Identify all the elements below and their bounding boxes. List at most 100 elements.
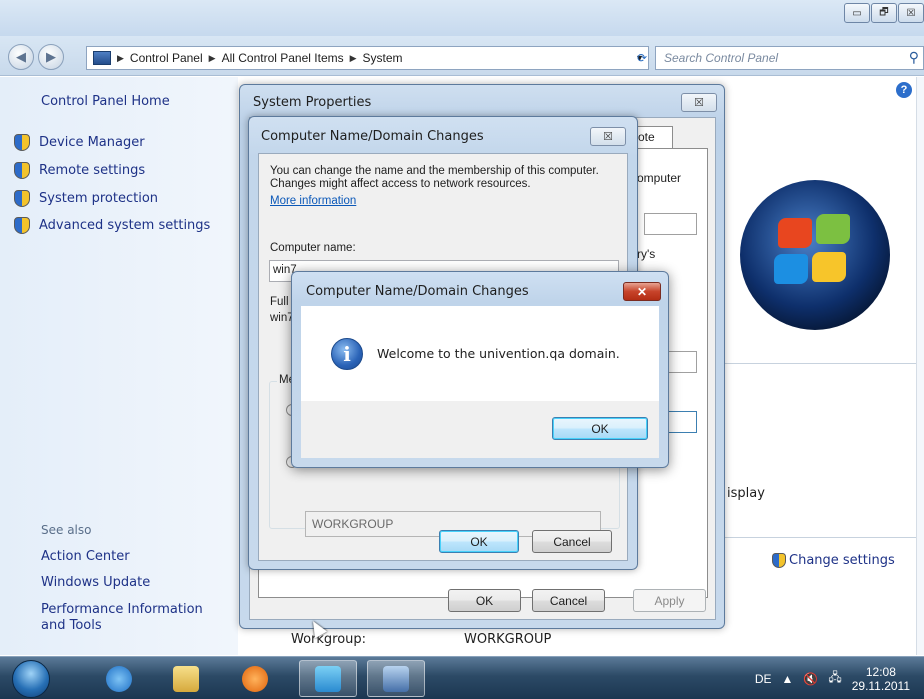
information-icon: i <box>331 338 363 370</box>
clock[interactable]: 12:08 29.11.2011 <box>852 665 910 693</box>
system-properties-taskbar-button[interactable] <box>367 660 425 697</box>
dialog-title: System Properties <box>253 95 372 110</box>
search-placeholder: Search Control Panel <box>664 51 779 65</box>
logo-red-pane <box>778 218 812 248</box>
chevron-right-icon: ▶ <box>117 52 124 63</box>
tab-remote[interactable]: ote <box>635 126 673 148</box>
cancel-button[interactable]: Cancel <box>532 530 612 553</box>
welcome-message-box: Computer Name/Domain Changes ✕ i Welcome… <box>291 271 669 468</box>
internet-explorer-taskbar-button[interactable] <box>90 660 148 697</box>
change-settings-label: Change settings <box>789 553 895 568</box>
apply-button[interactable]: Apply <box>633 589 706 612</box>
see-also-heading: See also <box>41 523 92 537</box>
folder-icon <box>173 665 199 692</box>
windows-logo <box>740 180 890 330</box>
ok-button[interactable]: OK <box>448 589 521 612</box>
taskbar: DE ▲ 🔇 🖧 12:08 29.11.2011 <box>0 656 924 699</box>
close-button[interactable]: ☒ <box>898 3 924 23</box>
cancel-button[interactable]: Cancel <box>532 589 605 612</box>
nav-item-label: System protection <box>39 191 159 206</box>
nav-item-label: Advanced system settings <box>39 218 211 233</box>
dialog-description: You can change the name and the membersh… <box>270 165 599 190</box>
logo-yellow-pane <box>812 252 846 282</box>
help-icon[interactable]: ? <box>896 82 912 98</box>
show-hidden-icons-icon[interactable]: ▲ <box>781 672 793 686</box>
nav-item-label: Device Manager <box>39 135 145 150</box>
dialog-title: Computer Name/Domain Changes <box>306 284 529 299</box>
system-protection-link[interactable]: System protection <box>14 190 158 207</box>
partial-input[interactable] <box>644 213 697 235</box>
partial-text: omputer <box>637 171 682 185</box>
shield-icon <box>772 553 786 568</box>
address-toolbar: ◀ ▶ ▶ Control Panel ▶ All Control Panel … <box>0 36 924 76</box>
search-icon[interactable]: ⚲ <box>909 49 919 66</box>
chevron-right-icon: ▶ <box>208 52 216 63</box>
back-button[interactable]: ◀ <box>8 44 34 70</box>
refresh-icon[interactable]: ⟳ <box>632 46 652 70</box>
computer-icon <box>383 665 409 692</box>
shield-icon <box>14 162 30 179</box>
message-body: i Welcome to the univention.qa domain. <box>301 306 659 401</box>
scrollbar[interactable] <box>916 77 924 655</box>
system-tray: DE ▲ 🔇 🖧 12:08 29.11.2011 <box>755 657 924 699</box>
device-manager-link[interactable]: Device Manager <box>14 134 145 151</box>
forward-arrow-icon: ▶ <box>46 49 56 64</box>
logo-green-pane <box>816 214 850 244</box>
minimize-button[interactable]: ▭ <box>844 3 870 23</box>
windows-update-link[interactable]: Windows Update <box>41 575 231 591</box>
close-button[interactable]: ☒ <box>681 93 717 112</box>
control-panel-icon <box>93 51 111 65</box>
message-footer: OK <box>301 401 659 458</box>
left-navigation-pane: Control Panel Home Device Manager Remote… <box>0 77 238 655</box>
media-player-icon <box>242 665 268 692</box>
breadcrumb-control-panel[interactable]: Control Panel <box>130 51 203 65</box>
start-button[interactable] <box>12 660 50 698</box>
language-indicator[interactable]: DE <box>755 672 772 686</box>
performance-information-link[interactable]: Performance Information and Tools <box>41 602 231 634</box>
media-player-taskbar-button[interactable] <box>226 660 284 697</box>
action-center-link[interactable]: Action Center <box>41 549 231 565</box>
clock-date: 29.11.2011 <box>851 678 910 693</box>
control-panel-icon <box>315 665 341 692</box>
change-settings-link[interactable]: Change settings <box>772 553 895 568</box>
search-input[interactable]: Search Control Panel ⚲ <box>655 46 924 70</box>
nav-item-label: Remote settings <box>39 163 146 178</box>
clock-time: 12:08 <box>865 664 896 679</box>
shield-icon <box>14 217 30 234</box>
shield-icon <box>14 190 30 207</box>
control-panel-taskbar-button[interactable] <box>299 660 357 697</box>
breadcrumb-all-items[interactable]: All Control Panel Items <box>222 51 344 65</box>
partial-text-display: isplay <box>727 486 765 501</box>
forward-button[interactable]: ▶ <box>38 44 64 70</box>
advanced-system-settings-link[interactable]: Advanced system settings <box>14 217 210 234</box>
close-button[interactable]: ☒ <box>590 127 626 146</box>
ok-button[interactable]: OK <box>552 417 648 440</box>
dialog-title: Computer Name/Domain Changes <box>261 129 484 144</box>
breadcrumb: ▶ Control Panel ▶ All Control Panel Item… <box>117 51 403 65</box>
partial-text: ry's <box>637 247 656 261</box>
window-titlebar: ▭ 🗗 ☒ <box>0 0 924 36</box>
chevron-right-icon: ▶ <box>349 52 357 63</box>
volume-muted-icon[interactable]: 🔇 <box>803 672 818 686</box>
workgroup-value: WORKGROUP <box>464 632 552 647</box>
maximize-button[interactable]: 🗗 <box>871 3 897 23</box>
computer-name-label: Computer name: <box>270 242 356 254</box>
explorer-taskbar-button[interactable] <box>157 660 215 697</box>
address-field[interactable]: ▶ Control Panel ▶ All Control Panel Item… <box>86 46 649 70</box>
logo-blue-pane <box>774 254 808 284</box>
message-text: Welcome to the univention.qa domain. <box>377 346 620 361</box>
ok-button[interactable]: OK <box>439 530 519 553</box>
internet-explorer-icon <box>106 665 132 692</box>
close-button[interactable]: ✕ <box>623 282 661 301</box>
window-controls: ▭ 🗗 ☒ <box>844 3 924 23</box>
divider <box>717 537 917 538</box>
workgroup-label: Workgroup: <box>291 632 367 647</box>
network-icon[interactable]: 🖧 <box>828 668 841 689</box>
shield-icon <box>14 134 30 151</box>
divider <box>717 363 917 364</box>
breadcrumb-system[interactable]: System <box>363 51 403 65</box>
back-arrow-icon: ◀ <box>16 49 26 64</box>
control-panel-home-link[interactable]: Control Panel Home <box>41 94 170 109</box>
more-information-link[interactable]: More information <box>270 195 356 207</box>
remote-settings-link[interactable]: Remote settings <box>14 162 145 179</box>
